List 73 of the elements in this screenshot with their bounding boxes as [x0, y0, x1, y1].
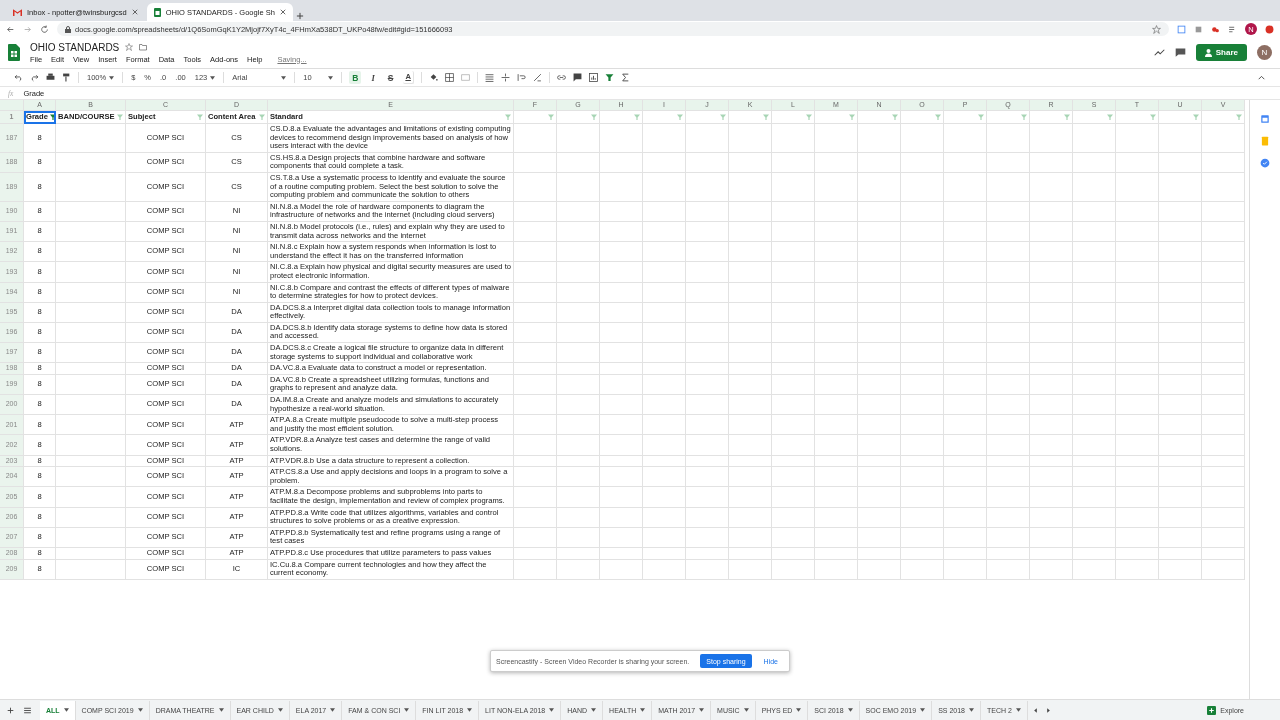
collapse-icon[interactable]: [1257, 73, 1266, 82]
document-title[interactable]: OHIO STANDARDS: [30, 41, 120, 53]
caret-icon: [847, 708, 853, 712]
mail-icon: [13, 8, 22, 16]
spreadsheet-logo[interactable]: [8, 44, 20, 61]
star-icon[interactable]: [1152, 24, 1161, 34]
filter-icon[interactable]: [604, 73, 614, 82]
wrap-icon[interactable]: [516, 73, 526, 82]
explore-icon: [1207, 705, 1217, 715]
close-icon[interactable]: [131, 9, 138, 15]
add-sheet-icon[interactable]: [6, 705, 15, 715]
lock-icon: [65, 25, 71, 33]
borders-icon[interactable]: [444, 73, 454, 82]
add-comment-icon[interactable]: [572, 73, 582, 82]
caret-icon: [969, 708, 974, 712]
caret-icon: [591, 708, 597, 712]
comment-icon[interactable]: [1174, 47, 1186, 58]
caret-icon: [63, 708, 69, 712]
share-button[interactable]: Share: [1195, 44, 1247, 61]
link-icon[interactable]: [556, 73, 566, 82]
sum-icon[interactable]: [620, 73, 630, 82]
playlist-icon[interactable]: [1228, 24, 1237, 34]
note-icon[interactable]: [1260, 136, 1270, 146]
caret-icon: [796, 708, 802, 712]
extension-icon[interactable]: [1265, 24, 1274, 34]
menu-icon[interactable]: [23, 705, 32, 715]
caret-icon: [277, 708, 283, 712]
chart-icon[interactable]: [588, 73, 598, 82]
undo-icon[interactable]: [14, 73, 23, 82]
caret-icon: [137, 708, 143, 712]
forward-icon[interactable]: [23, 24, 32, 34]
plus-icon[interactable]: [294, 11, 305, 21]
back-icon[interactable]: [6, 24, 15, 34]
extension-icon[interactable]: [1211, 24, 1220, 34]
select-all-corner[interactable]: [0, 100, 24, 111]
caret-icon: [549, 708, 555, 712]
trend-icon[interactable]: [1153, 47, 1165, 58]
caret-icon: [404, 708, 410, 712]
rotate-text-icon[interactable]: [532, 73, 542, 82]
star-icon[interactable]: [125, 43, 134, 51]
caret-icon: [218, 708, 224, 712]
bold-button[interactable]: B: [349, 71, 362, 84]
caret-icon: [210, 75, 216, 80]
vertical-align-icon[interactable]: [500, 73, 510, 82]
strike-button[interactable]: S: [384, 71, 397, 84]
italic-button[interactable]: I: [368, 71, 378, 84]
person-icon: [1204, 48, 1212, 57]
align-icon[interactable]: [484, 73, 494, 82]
caret-icon: [920, 708, 926, 712]
scroll-right-icon[interactable]: [1044, 706, 1052, 714]
caret-icon: [640, 708, 646, 712]
reload-icon[interactable]: [40, 24, 49, 34]
spreadsheet-icon: [153, 7, 161, 17]
caret-icon: [330, 708, 336, 712]
filter-icon[interactable]: [49, 114, 56, 120]
print-icon[interactable]: [46, 73, 55, 82]
merge-cells-icon[interactable]: [460, 73, 470, 82]
caret-icon: [699, 708, 705, 712]
paint-format-icon[interactable]: [62, 73, 71, 82]
caret-icon: [109, 75, 115, 80]
redo-icon[interactable]: [30, 73, 39, 82]
folder-icon[interactable]: [139, 43, 148, 51]
caret-icon: [467, 708, 473, 712]
user-avatar[interactable]: N: [1257, 45, 1272, 60]
caret-icon: [743, 708, 749, 712]
caret-icon: [281, 75, 287, 80]
scroll-left-icon[interactable]: [1031, 706, 1039, 714]
fill-color-icon[interactable]: [428, 73, 438, 82]
calendar-icon[interactable]: [1260, 114, 1270, 124]
tasks-icon[interactable]: [1260, 158, 1270, 168]
caret-icon: [328, 75, 334, 80]
caret-icon: [1015, 708, 1021, 712]
close-icon[interactable]: [279, 9, 286, 15]
